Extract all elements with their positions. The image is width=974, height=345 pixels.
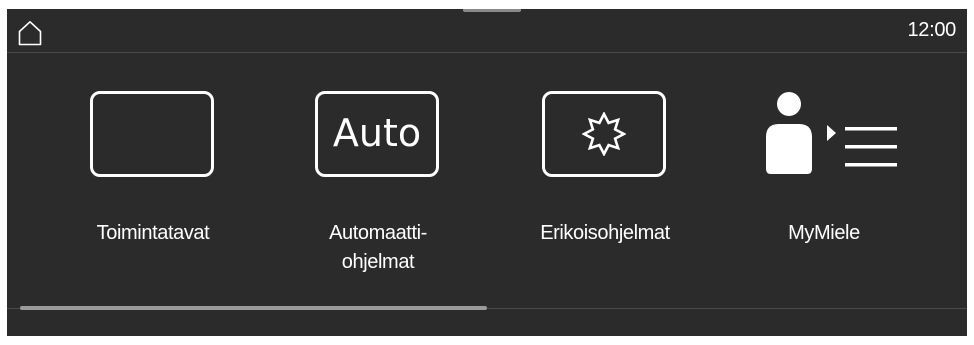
home-icon[interactable]: [18, 20, 42, 46]
tile-label-line2: ohjelmat: [341, 251, 415, 273]
operating-modes-icon: [38, 91, 268, 187]
tile-label: Erikoisohjelmat: [540, 222, 670, 244]
tile-operating-modes[interactable]: Toimintatavat: [38, 53, 268, 303]
mymiele-icon: [709, 91, 939, 187]
tile-auto-programs[interactable]: Auto Automaatti- ohjelmat: [263, 53, 493, 303]
tile-special-programs[interactable]: Erikoisohjelmat: [490, 53, 720, 303]
tile-label-line1: Automaatti-: [329, 222, 427, 244]
special-programs-icon: [490, 91, 720, 187]
tile-mymiele[interactable]: MyMiele: [709, 53, 939, 303]
control-panel-screen: 12:00 Toimintatavat Auto Automaatti- ohj…: [7, 9, 967, 336]
clock-time: 12:00: [907, 19, 956, 41]
auto-programs-icon: Auto: [263, 91, 493, 187]
tile-label: MyMiele: [788, 222, 860, 244]
scroll-thumb[interactable]: [20, 306, 487, 310]
auto-icon-text: Auto: [332, 111, 422, 155]
tile-label: Automaatti- ohjelmat: [263, 219, 493, 277]
status-bar: 12:00: [7, 9, 967, 53]
tile-label: Toimintatavat: [96, 222, 210, 244]
